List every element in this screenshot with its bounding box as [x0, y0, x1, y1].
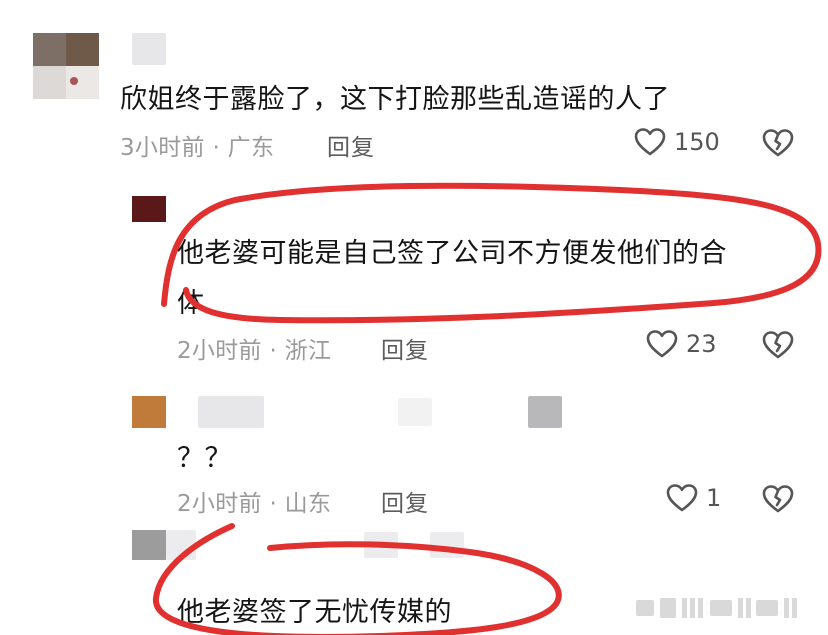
avatar[interactable]: [132, 396, 166, 428]
broken-heart-icon[interactable]: [762, 127, 794, 159]
comment-meta: 2小时前 · 山东: [177, 491, 332, 517]
reply-button[interactable]: 回复: [381, 484, 429, 518]
comment-text-line2: 体: [177, 288, 205, 319]
comment-meta: 3小时前 · 广东: [120, 135, 275, 161]
like-button[interactable]: 150: [634, 127, 720, 157]
like-count: 1: [706, 484, 722, 512]
redacted-block: [364, 532, 398, 558]
avatar[interactable]: [132, 530, 166, 560]
comment-text: 他老婆签了无忧传媒的: [177, 597, 452, 628]
like-count: 150: [674, 128, 720, 156]
watermark-logo: [636, 598, 797, 618]
redacted-block: [398, 398, 432, 426]
redacted-block: [430, 532, 464, 558]
heart-outline-icon: [666, 484, 698, 512]
comment-text: 欣姐终于露脸了，这下打脸那些乱造谣的人了: [120, 84, 670, 115]
username-redacted[interactable]: [166, 530, 196, 560]
avatar[interactable]: [33, 33, 99, 99]
reply-button[interactable]: 回复: [381, 331, 429, 365]
reply-button[interactable]: 回复: [327, 128, 375, 162]
redacted-block: [528, 396, 562, 428]
comment-meta: 2小时前 · 浙江: [177, 338, 332, 364]
comment-text-line1: 他老婆可能是自己签了公司不方便发他们的合: [177, 238, 727, 269]
like-button[interactable]: 23: [646, 329, 717, 359]
username-redacted[interactable]: [132, 33, 166, 65]
like-count: 23: [686, 330, 717, 358]
heart-outline-icon: [634, 128, 666, 156]
broken-heart-icon[interactable]: [762, 483, 794, 515]
username-redacted[interactable]: [198, 396, 264, 428]
avatar[interactable]: [132, 196, 166, 222]
heart-outline-icon: [646, 330, 678, 358]
broken-heart-icon[interactable]: [762, 329, 794, 361]
comment-text: ？？: [177, 443, 232, 474]
like-button[interactable]: 1: [666, 483, 721, 513]
